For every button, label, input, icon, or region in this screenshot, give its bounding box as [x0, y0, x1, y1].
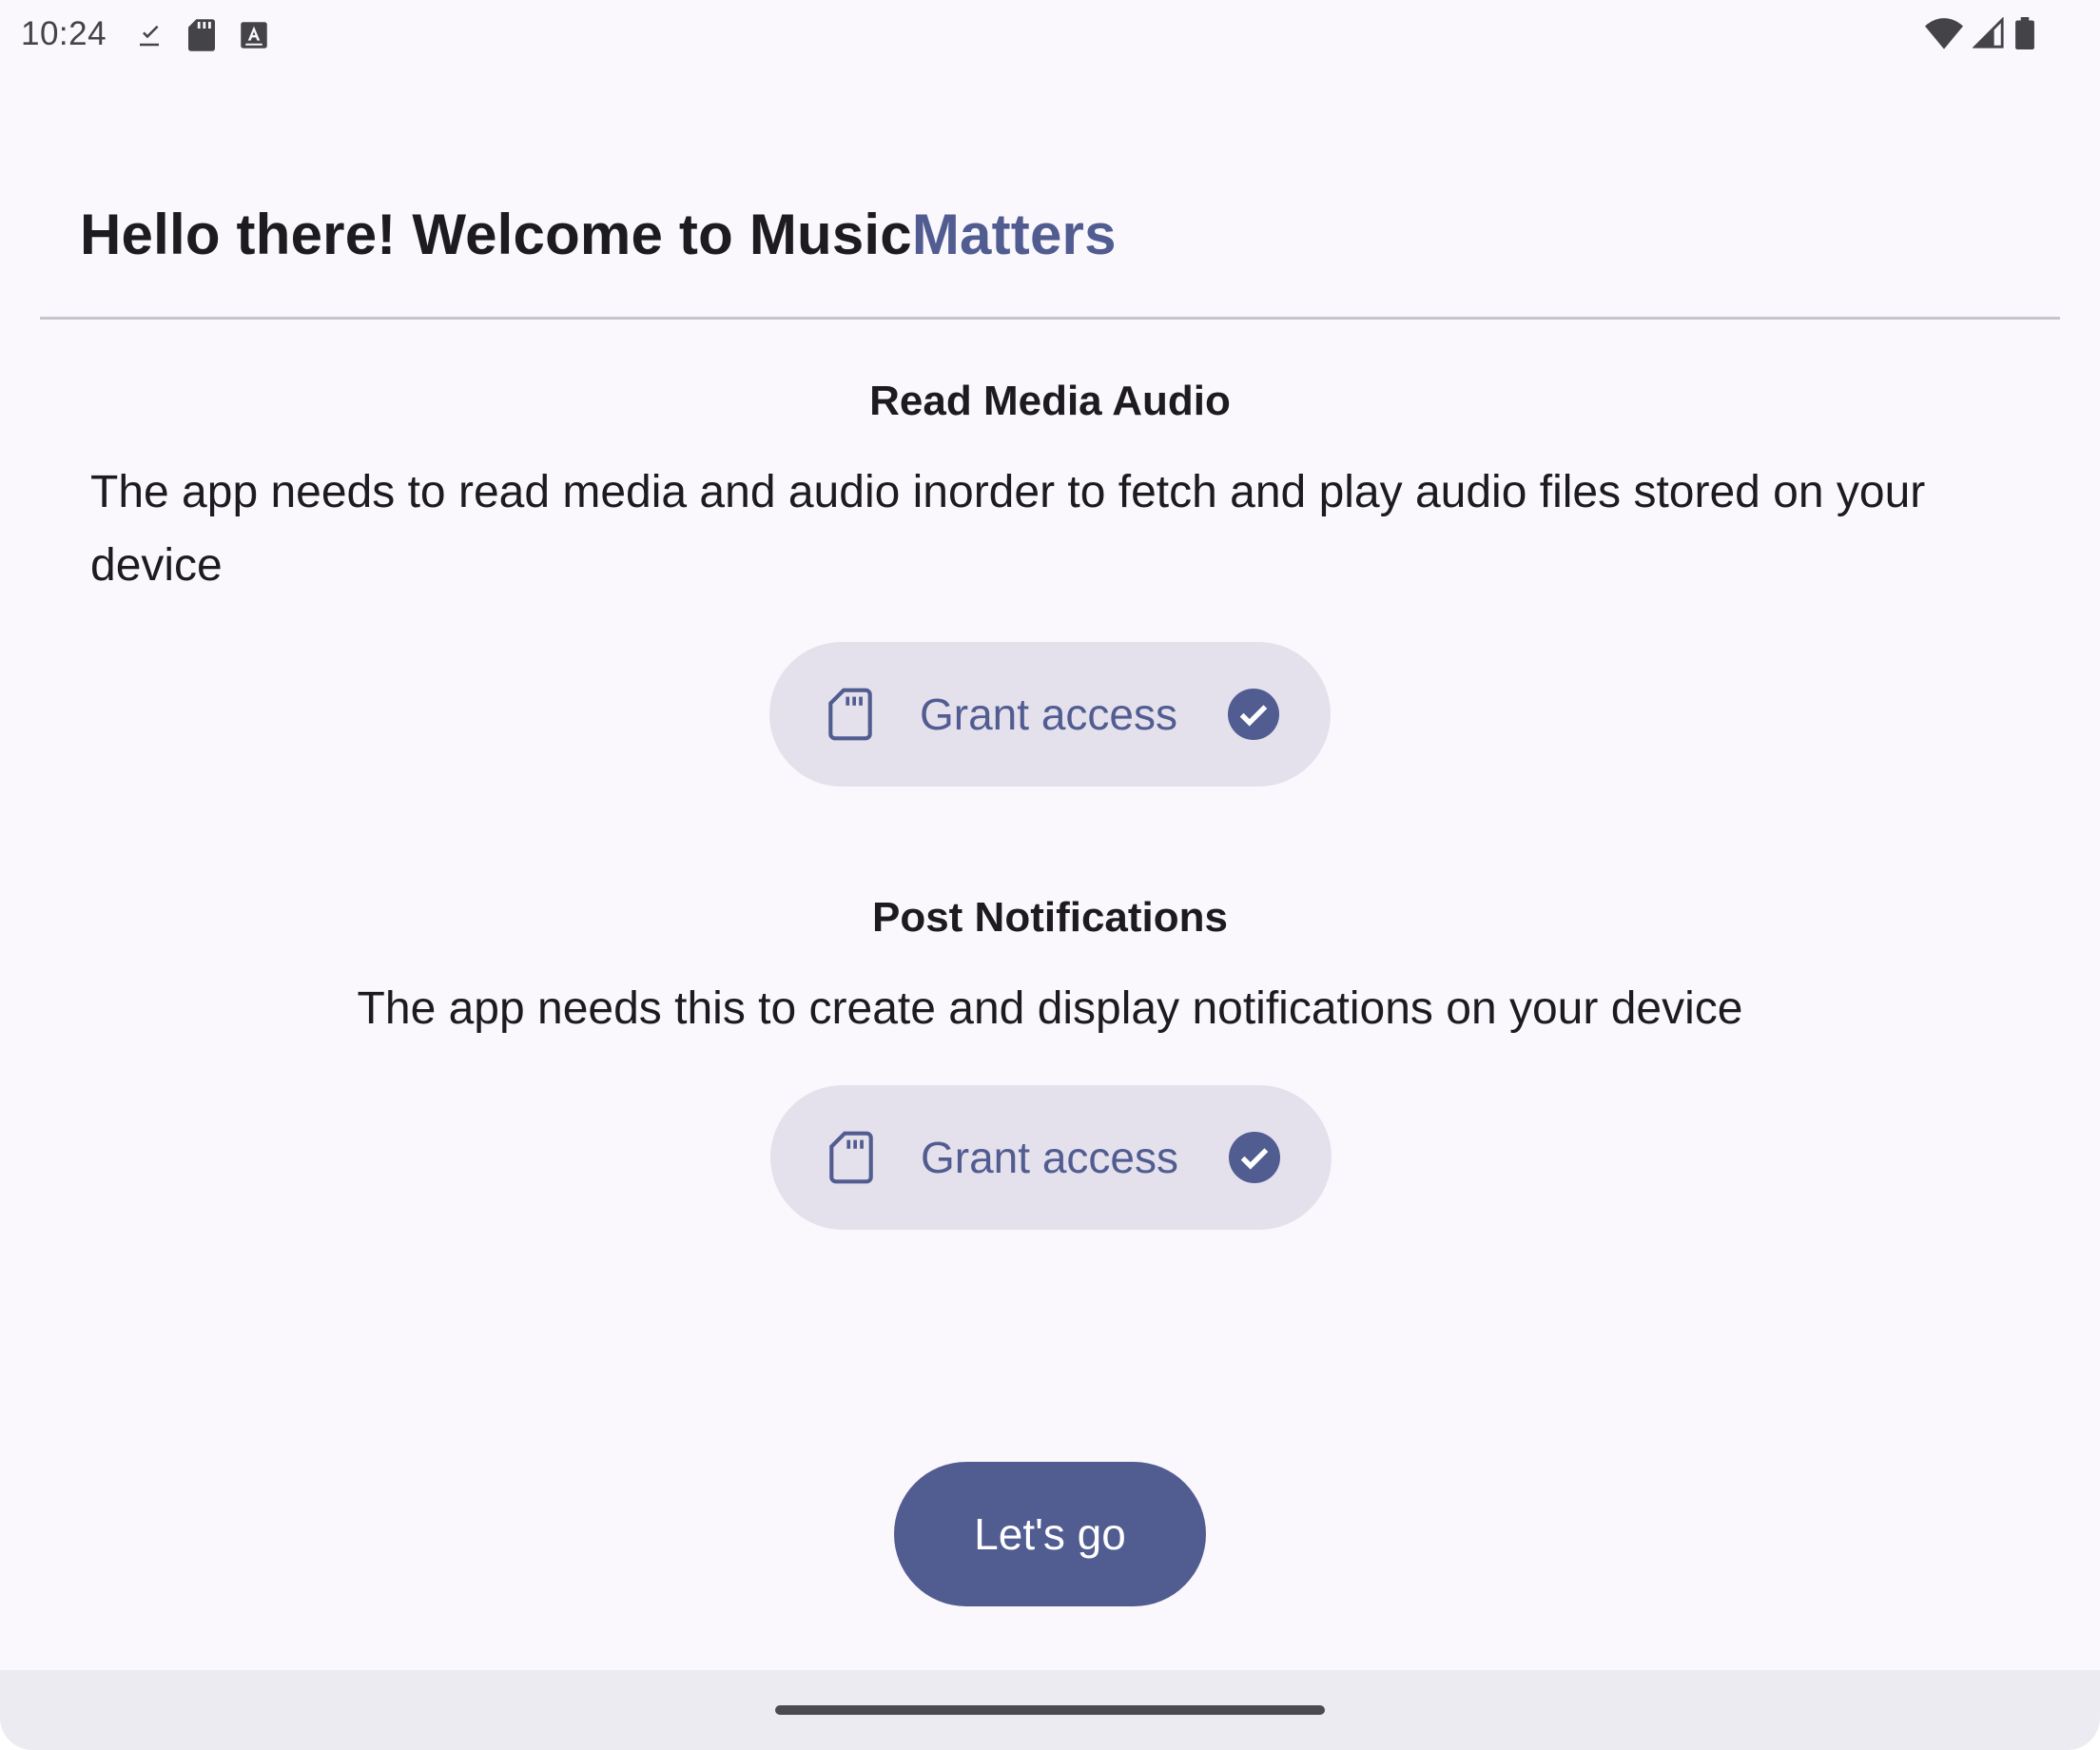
cell-signal-icon [1973, 17, 2004, 49]
section-desc-post-notifications: The app needs this to create and display… [357, 983, 1743, 1034]
section-desc-read-media: The app needs to read media and audio in… [90, 467, 1926, 591]
download-done-icon [140, 25, 159, 47]
status-right-icons [1925, 17, 2035, 49]
grant-access-button-notifications[interactable]: Grant access [770, 1085, 1332, 1230]
section-title-post-notifications: Post Notifications [871, 894, 1229, 941]
wifi-icon [1925, 18, 1963, 49]
check-circle-icon [1229, 1132, 1280, 1183]
grant-access-label: Grant access [921, 1133, 1178, 1182]
status-bar: 10:24 [0, 0, 2100, 72]
status-time: 10:24 [21, 15, 107, 52]
sd-card-icon [188, 19, 215, 51]
check-circle-icon [1228, 689, 1279, 740]
app-screen: 10:24 Hello there! Welcome to MusicMatte… [0, 0, 2100, 1750]
title-prefix: Hello there! Welcome to [80, 203, 749, 266]
grant-access-label: Grant access [920, 690, 1177, 739]
section-title-read-media: Read Media Audio [869, 378, 1231, 424]
sd-card-icon [829, 1131, 873, 1184]
sd-card-icon [828, 688, 872, 741]
header-divider [40, 317, 2060, 320]
lets-go-label: Let's go [974, 1509, 1126, 1559]
accessibility-a-icon [241, 22, 267, 49]
brand-name-part2: Matters [911, 203, 1117, 266]
battery-icon [2015, 17, 2034, 49]
page-title: Hello there! Welcome to MusicMatters [80, 202, 1117, 267]
gesture-handle[interactable] [775, 1705, 1325, 1715]
brand-name-part1: Music [749, 203, 912, 266]
grant-access-button-read-media[interactable]: Grant access [769, 642, 1331, 787]
status-left-icons [135, 19, 268, 51]
lets-go-button[interactable]: Let's go [894, 1462, 1206, 1606]
